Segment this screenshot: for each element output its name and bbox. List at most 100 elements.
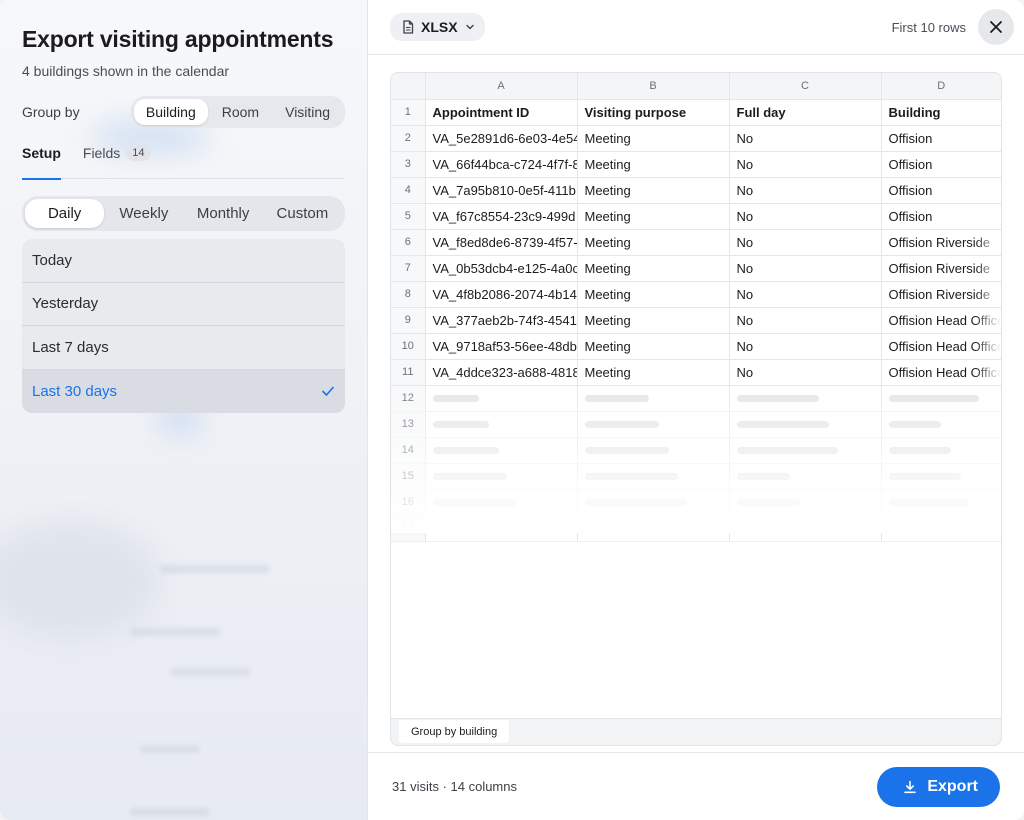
table-cell[interactable]: Meeting [577, 359, 730, 386]
table-cell[interactable]: VA_66f44bca-c724-4f7f-8 [425, 151, 578, 178]
placeholder-cell[interactable] [425, 489, 578, 516]
placeholder-cell[interactable] [577, 515, 730, 542]
placeholder-cell[interactable] [577, 463, 730, 490]
checkmark-icon [322, 386, 334, 397]
download-icon [904, 780, 917, 793]
table-cell[interactable]: Meeting [577, 125, 730, 152]
column-letter-a[interactable]: A [425, 73, 578, 100]
period-monthly-option[interactable]: Monthly [184, 199, 263, 228]
placeholder-cell[interactable] [425, 437, 578, 464]
column-header-cell[interactable]: Full day [729, 99, 882, 126]
tab-fields[interactable]: Fields 14 [83, 145, 151, 179]
placeholder-cell[interactable] [729, 489, 882, 516]
table-cell[interactable]: Offision Riverside [881, 229, 1001, 256]
table-cell[interactable]: No [729, 203, 882, 230]
placeholder-cell[interactable] [881, 437, 1001, 464]
table-cell[interactable]: Meeting [577, 229, 730, 256]
table-cell[interactable]: Offision Riverside [881, 281, 1001, 308]
table-cell[interactable]: VA_0b53dcb4-e125-4a0c [425, 255, 578, 282]
range-item-yesterday[interactable]: Yesterday [22, 283, 345, 326]
loading-placeholder [432, 524, 527, 532]
table-row: 2 VA_5e2891d6-6e03-4e54 Meeting No Offision [391, 125, 1001, 152]
loading-placeholder [888, 394, 979, 402]
placeholder-cell[interactable] [881, 411, 1001, 438]
table-cell[interactable]: No [729, 359, 882, 386]
placeholder-cell[interactable] [425, 411, 578, 438]
table-cell[interactable]: No [729, 281, 882, 308]
table-cell[interactable]: Meeting [577, 281, 730, 308]
range-item-today[interactable]: Today [22, 239, 345, 283]
table-cell[interactable]: VA_7a95b810-0e5f-411b [425, 177, 578, 204]
group-by-room-option[interactable]: Room [210, 99, 271, 125]
table-cell[interactable]: Offision [881, 125, 1001, 152]
table-cell[interactable]: Meeting [577, 307, 730, 334]
table-cell[interactable]: No [729, 125, 882, 152]
period-daily-option[interactable]: Daily [25, 199, 105, 228]
table-cell[interactable]: VA_4ddce323-a688-4818 [425, 359, 578, 386]
table-cell[interactable]: Meeting [577, 255, 730, 282]
placeholder-cell[interactable] [881, 489, 1001, 516]
table-cell[interactable]: VA_5e2891d6-6e03-4e54 [425, 125, 578, 152]
table-cell[interactable]: Offision Riverside [881, 255, 1001, 282]
table-cell[interactable]: Offision Head Office [881, 307, 1001, 334]
placeholder-cell[interactable] [881, 385, 1001, 412]
column-letter-d[interactable]: D [881, 73, 1001, 100]
period-weekly-option[interactable]: Weekly [104, 199, 183, 228]
sheet-tab[interactable]: Group by building [399, 720, 510, 743]
placeholder-cell[interactable] [577, 437, 730, 464]
placeholder-cell[interactable] [729, 515, 882, 542]
table-cell[interactable]: Meeting [577, 333, 730, 360]
format-dropdown[interactable]: XLSX [390, 13, 485, 41]
range-item-last-7-days[interactable]: Last 7 days [22, 326, 345, 370]
close-button[interactable] [978, 9, 1014, 45]
table-cell[interactable]: Meeting [577, 177, 730, 204]
placeholder-cell[interactable] [577, 411, 730, 438]
column-letter-c[interactable]: C [729, 73, 882, 100]
table-cell[interactable]: No [729, 229, 882, 256]
placeholder-cell[interactable] [881, 515, 1001, 542]
tab-setup[interactable]: Setup [22, 145, 61, 180]
loading-placeholder [584, 472, 678, 480]
placeholder-cell[interactable] [729, 411, 882, 438]
table-cell[interactable]: Offision [881, 203, 1001, 230]
table-cell[interactable]: No [729, 333, 882, 360]
table-cell[interactable]: No [729, 151, 882, 178]
placeholder-cell[interactable] [425, 463, 578, 490]
table-cell[interactable]: VA_f67c8554-23c9-499d [425, 203, 578, 230]
placeholder-cell[interactable] [577, 489, 730, 516]
placeholder-cell[interactable] [577, 385, 730, 412]
period-custom-option[interactable]: Custom [263, 199, 342, 228]
export-button[interactable]: Export [877, 766, 1000, 807]
table-cell[interactable]: VA_f8ed8de6-8739-4f57- [425, 229, 578, 256]
group-by-building-option[interactable]: Building [133, 99, 208, 125]
placeholder-cell[interactable] [881, 463, 1001, 490]
placeholder-cell[interactable] [425, 385, 578, 412]
table-cell[interactable]: VA_377aeb2b-74f3-4541 [425, 307, 578, 334]
placeholder-cell[interactable] [729, 385, 882, 412]
column-header-cell[interactable]: Building [881, 99, 1001, 126]
column-header-cell[interactable]: Appointment ID [425, 99, 578, 126]
table-cell[interactable]: No [729, 177, 882, 204]
placeholder-cell[interactable] [729, 437, 882, 464]
dialog-subtitle: 4 buildings shown in the calendar [22, 63, 230, 79]
table-cell[interactable]: VA_9718af53-56ee-48db [425, 333, 578, 360]
group-by-visiting-option[interactable]: Visiting [273, 99, 342, 125]
placeholder-cell[interactable] [425, 515, 578, 542]
column-header-cell[interactable]: Visiting purpose [577, 99, 730, 126]
table-cell[interactable]: Offision [881, 151, 1001, 178]
table-cell[interactable]: No [729, 255, 882, 282]
placeholder-cell[interactable] [729, 463, 882, 490]
row-number: 15 [391, 463, 426, 490]
settings-tabs: Setup Fields 14 [22, 145, 345, 180]
row-number: 9 [391, 307, 426, 334]
column-letter-b[interactable]: B [577, 73, 730, 100]
table-cell[interactable]: Meeting [577, 203, 730, 230]
table-cell[interactable]: Offision [881, 177, 1001, 204]
table-cell[interactable]: Meeting [577, 151, 730, 178]
table-cell[interactable]: Offision Head Office [881, 359, 1001, 386]
table-cell[interactable]: Offision Head Office [881, 333, 1001, 360]
table-cell[interactable]: No [729, 307, 882, 334]
range-item-last-30-days[interactable]: Last 30 days [22, 369, 345, 413]
table-row: 10 VA_9718af53-56ee-48db Meeting No Offision… [391, 333, 1001, 360]
table-cell[interactable]: VA_4f8b2086-2074-4b14 [425, 281, 578, 308]
